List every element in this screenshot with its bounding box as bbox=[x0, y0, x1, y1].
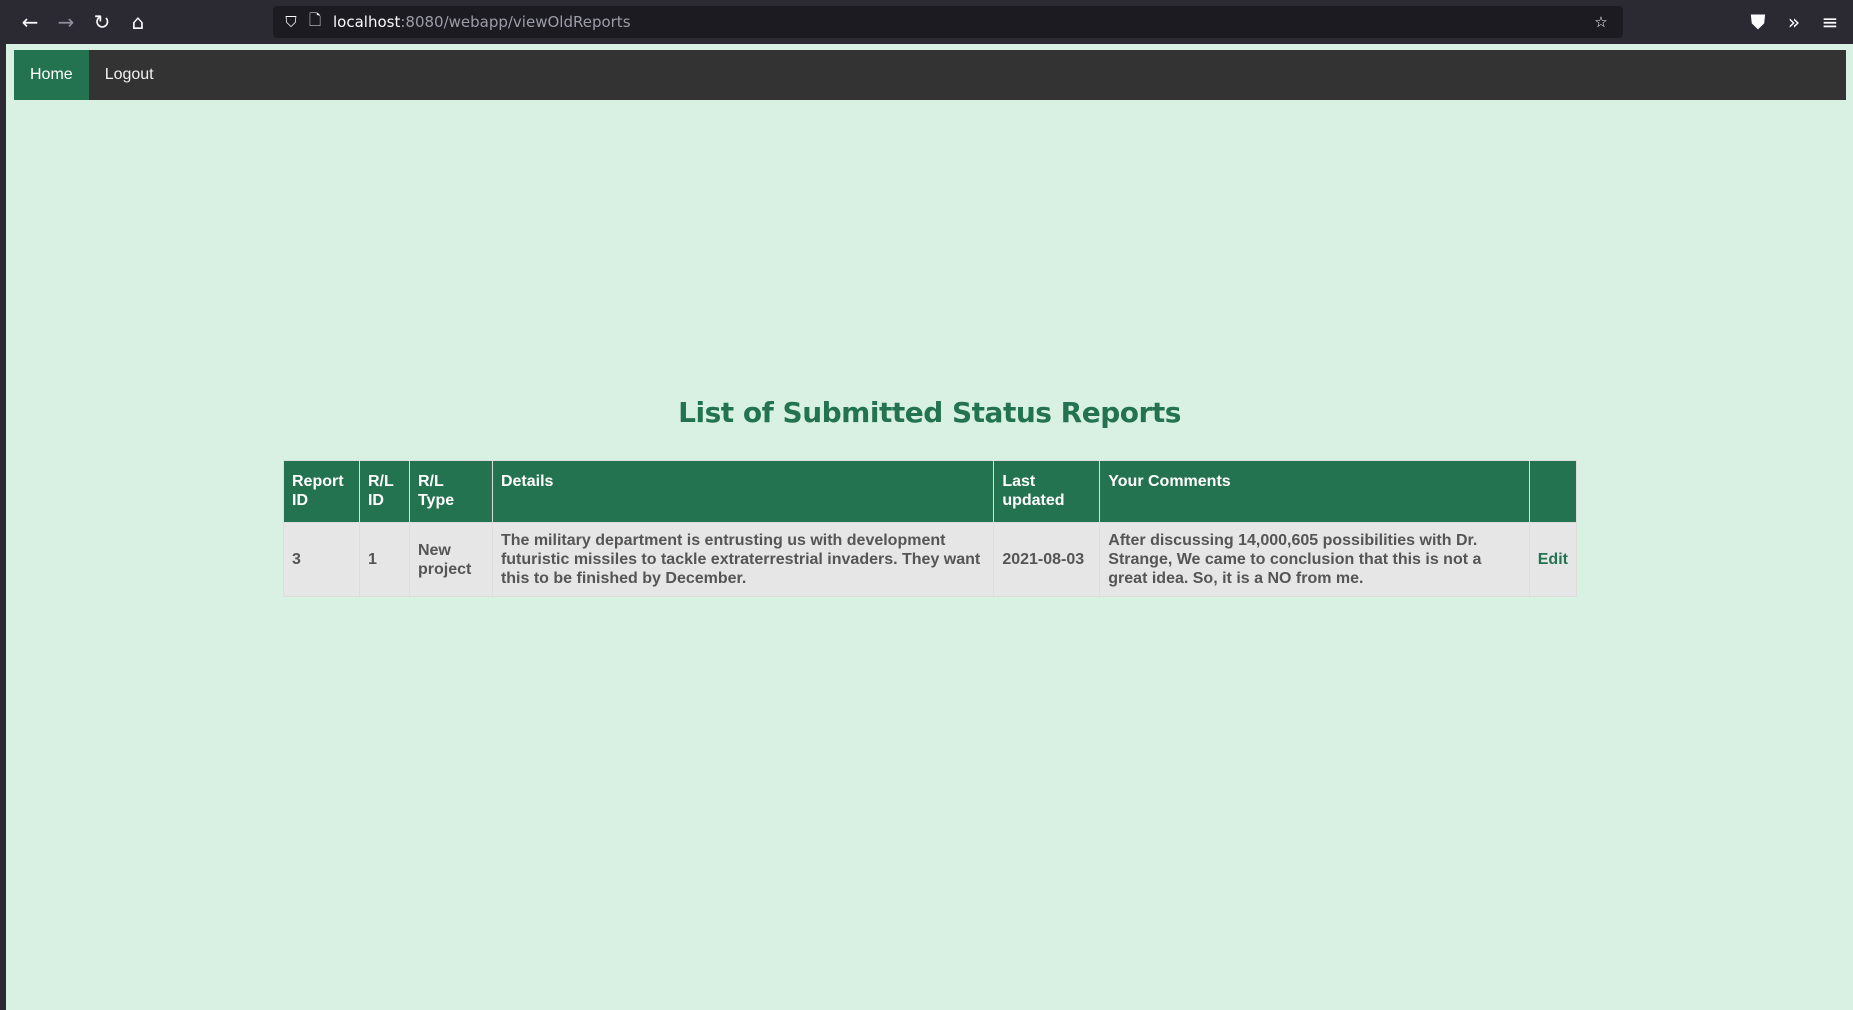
header-rl-id: R/L ID bbox=[358, 460, 410, 523]
reports-table: Report ID R/L ID R/L Type Details Last u… bbox=[283, 460, 1578, 597]
header-last-updated: Last updated bbox=[993, 460, 1101, 523]
header-rl-type: R/L Type bbox=[408, 460, 493, 523]
header-report-id: Report ID bbox=[283, 460, 360, 523]
nav-home-link[interactable]: Home bbox=[14, 50, 89, 100]
cell-last-updated: 2021-08-03 bbox=[993, 522, 1101, 597]
top-navigation: Home Logout bbox=[14, 50, 1846, 100]
forward-icon[interactable]: → bbox=[48, 4, 84, 40]
pocket-icon[interactable]: ⛊ bbox=[1740, 4, 1776, 40]
shield-icon[interactable]: ⛉ bbox=[279, 13, 303, 31]
header-details: Details bbox=[491, 460, 995, 523]
menu-icon[interactable]: ≡ bbox=[1812, 4, 1848, 40]
browser-toolbar: ← → ↻ ⌂ ⛉ 🗋 localhost:8080/webapp/viewOl… bbox=[0, 0, 1853, 44]
cell-action: Edit bbox=[1528, 522, 1578, 597]
cell-report-id: 3 bbox=[283, 522, 360, 597]
cell-details: The military department is entrusting us… bbox=[491, 522, 995, 597]
back-icon[interactable]: ← bbox=[12, 4, 48, 40]
header-comments: Your Comments bbox=[1099, 460, 1530, 523]
cell-comments: After discussing 14,000,605 possibilitie… bbox=[1099, 522, 1530, 597]
bookmark-star-icon[interactable]: ☆ bbox=[1589, 13, 1613, 31]
reload-icon[interactable]: ↻ bbox=[84, 4, 120, 40]
table-row: 3 1 New project The military department … bbox=[283, 522, 1578, 597]
extensions-overflow-icon[interactable]: » bbox=[1776, 4, 1812, 40]
nav-logout-link[interactable]: Logout bbox=[89, 50, 170, 100]
page-title: List of Submitted Status Reports bbox=[678, 396, 1181, 429]
address-bar[interactable]: ⛉ 🗋 localhost:8080/webapp/viewOldReports… bbox=[273, 6, 1623, 38]
url-path: :8080/webapp/viewOldReports bbox=[400, 13, 631, 31]
table-header-row: Report ID R/L ID R/L Type Details Last u… bbox=[283, 460, 1578, 523]
header-actions bbox=[1528, 460, 1578, 523]
home-icon[interactable]: ⌂ bbox=[120, 4, 156, 40]
url-host: localhost bbox=[333, 13, 401, 31]
cell-rl-id: 1 bbox=[358, 522, 410, 597]
page-viewport: Home Logout List of Submitted Status Rep… bbox=[6, 44, 1853, 1010]
edit-link[interactable]: Edit bbox=[1538, 551, 1568, 568]
page-icon[interactable]: 🗋 bbox=[303, 10, 327, 35]
cell-rl-type: New project bbox=[408, 522, 493, 597]
